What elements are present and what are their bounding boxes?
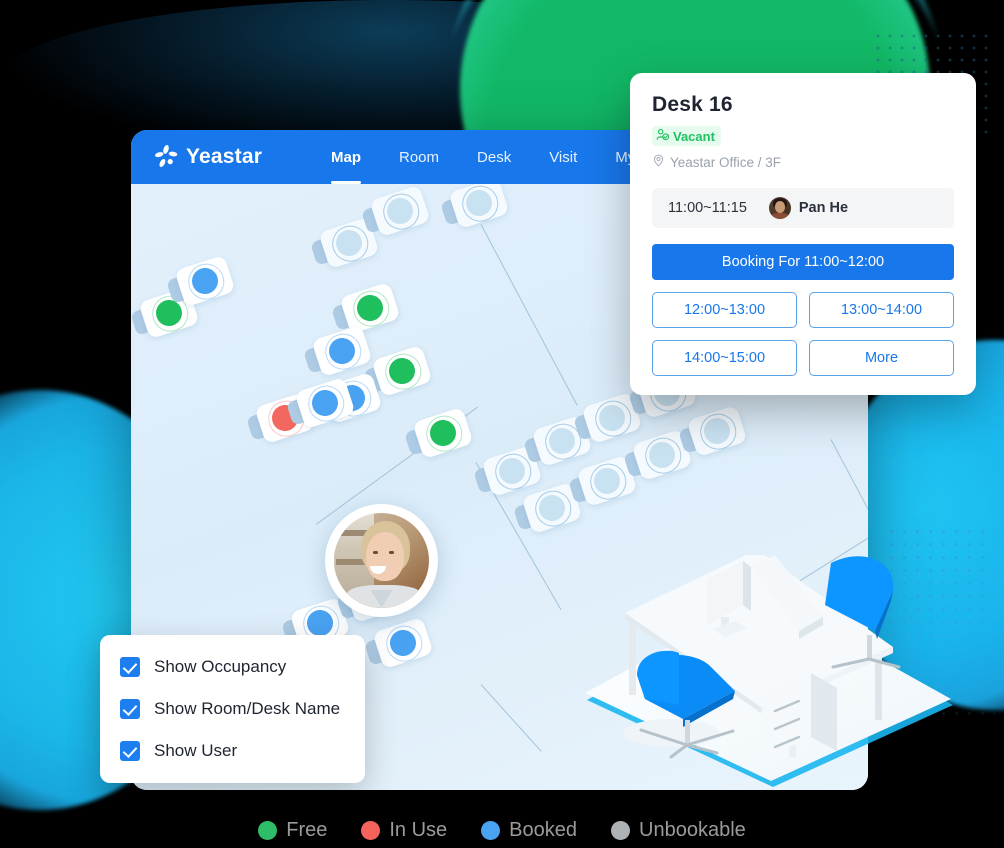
status-badge-label: Vacant bbox=[673, 128, 715, 144]
card-title: Desk 16 bbox=[652, 93, 733, 116]
time-slot-buttons: 12:00~13:00 13:00~14:00 14:00~15:00 More bbox=[652, 292, 954, 376]
desk-status-dot bbox=[308, 386, 342, 420]
option-show-user[interactable]: Show User bbox=[120, 741, 365, 761]
desk-status-dot bbox=[545, 424, 579, 458]
time-slot-button-1[interactable]: 12:00~13:00 bbox=[652, 292, 797, 328]
slot-time: 11:00~11:15 bbox=[668, 200, 747, 216]
nav-item-desk[interactable]: Desk bbox=[477, 130, 511, 184]
brand-name: Yeastar bbox=[186, 145, 263, 168]
isometric-desk-illustration bbox=[575, 550, 965, 790]
legend-dot-in-use bbox=[361, 821, 381, 840]
legend-dot-unbookable bbox=[611, 821, 631, 840]
status-legend: Free In Use Booked Unbookable bbox=[0, 819, 1004, 842]
desk-status-dot bbox=[590, 464, 624, 498]
nav-item-room[interactable]: Room bbox=[399, 130, 439, 184]
desk-status-dot bbox=[325, 334, 359, 368]
option-show-user-label: Show User bbox=[154, 741, 238, 760]
booking-primary-button[interactable]: Booking For 11:00~12:00 bbox=[652, 244, 954, 280]
checkbox-show-room-desk-name[interactable] bbox=[120, 699, 140, 719]
nav-item-room-label: Room bbox=[399, 148, 440, 166]
legend-item-booked: Booked bbox=[481, 819, 577, 842]
option-show-room-desk-name[interactable]: Show Room/Desk Name bbox=[120, 699, 365, 719]
nav-item-visit[interactable]: Visit bbox=[549, 130, 577, 184]
location-pin-icon bbox=[652, 154, 665, 170]
card-location-label: Yeastar Office / 3F bbox=[670, 154, 782, 170]
desk-status-dot bbox=[645, 438, 679, 472]
user-avatar-icon bbox=[768, 197, 791, 219]
desk-status-dot bbox=[426, 416, 460, 450]
legend-item-unbookable: Unbookable bbox=[611, 819, 746, 842]
brand-logo[interactable]: Yeastar bbox=[153, 144, 313, 170]
legend-label-unbookable: Unbookable bbox=[639, 819, 746, 841]
map-options-panel: Show Occupancy Show Room/Desk Name Show … bbox=[100, 635, 365, 783]
desk-status-dot bbox=[700, 414, 734, 448]
desk-status-dot bbox=[595, 401, 629, 435]
time-slot-button-3[interactable]: 14:00~15:00 bbox=[652, 340, 797, 376]
card-location: Yeastar Office / 3F bbox=[652, 154, 954, 170]
legend-item-in-use: In Use bbox=[361, 819, 447, 842]
option-show-occupancy[interactable]: Show Occupancy bbox=[120, 657, 365, 677]
status-badge: Vacant bbox=[652, 126, 721, 146]
slot-user: Pan He bbox=[768, 197, 849, 219]
desk-status-dot bbox=[353, 291, 387, 325]
legend-label-free: Free bbox=[286, 819, 328, 841]
legend-dot-free bbox=[258, 821, 278, 840]
slot-user-name: Pan He bbox=[798, 200, 849, 216]
nav-item-map[interactable]: Map bbox=[331, 130, 361, 184]
scene: Yeastar Map Room Desk Visit My Reservat bbox=[0, 0, 1004, 848]
desk-status-dot bbox=[535, 491, 569, 525]
nav-item-visit-label: Visit bbox=[549, 148, 578, 166]
checkbox-show-occupancy[interactable] bbox=[120, 657, 140, 677]
desk-status-dot bbox=[462, 186, 496, 220]
yeastar-pinwheel-logo-icon bbox=[153, 144, 179, 170]
checkbox-show-user[interactable] bbox=[120, 741, 140, 761]
option-show-room-desk-name-label: Show Room/Desk Name bbox=[154, 699, 341, 718]
desk-status-dot bbox=[385, 354, 419, 388]
option-show-occupancy-label: Show Occupancy bbox=[154, 657, 287, 676]
desk-detail-card: Desk 16 Vacant Yeastar Office / 3F 11:00… bbox=[630, 73, 976, 395]
reservation-slot-row: 11:00~11:15 Pan He bbox=[652, 188, 954, 228]
user-avatar-marker[interactable] bbox=[325, 504, 438, 617]
legend-item-free: Free bbox=[258, 819, 327, 842]
desk-status-dot bbox=[332, 226, 366, 260]
desk-status-dot bbox=[188, 264, 222, 298]
nav-item-map-label: Map bbox=[331, 148, 361, 166]
more-time-slots-button[interactable]: More bbox=[809, 340, 954, 376]
time-slot-button-2[interactable]: 13:00~14:00 bbox=[809, 292, 954, 328]
legend-label-in-use: In Use bbox=[389, 819, 448, 841]
desk-status-dot bbox=[383, 194, 417, 228]
legend-label-booked: Booked bbox=[509, 819, 578, 841]
desk-status-dot bbox=[495, 454, 529, 488]
desk-status-dot bbox=[386, 626, 420, 660]
legend-dot-booked bbox=[481, 821, 501, 840]
person-check-icon bbox=[656, 128, 670, 144]
avatar-face bbox=[334, 513, 429, 608]
nav-item-desk-label: Desk bbox=[477, 148, 512, 166]
avatar bbox=[334, 513, 429, 608]
